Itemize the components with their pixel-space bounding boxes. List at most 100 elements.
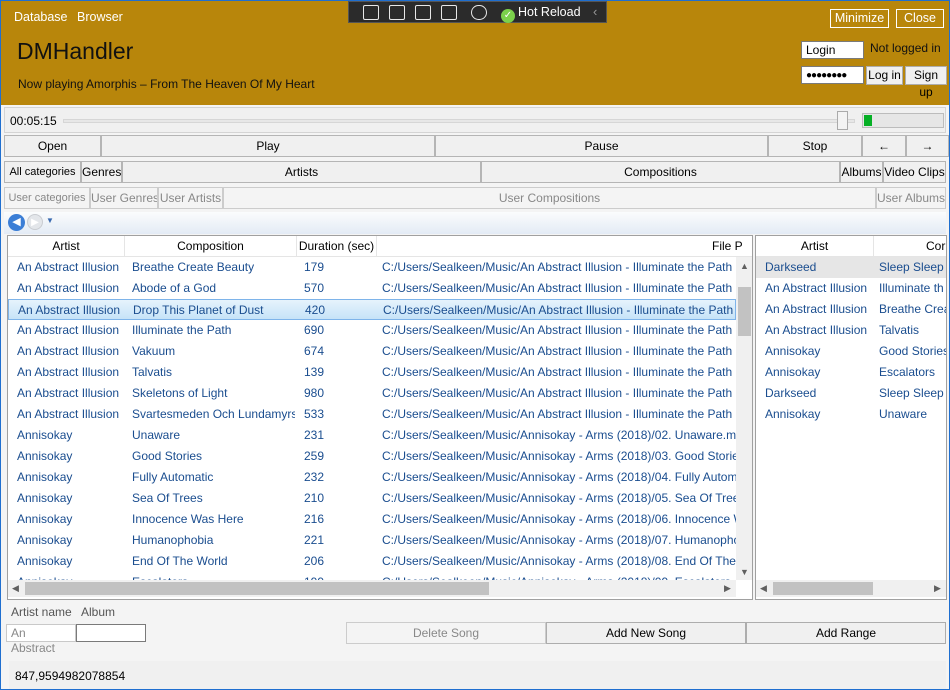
hot-reload-status[interactable]: ✓ Hot Reload [501,5,581,23]
horizontal-scroll-thumb[interactable] [25,582,489,595]
accessibility-icon[interactable] [471,5,487,20]
table-row[interactable]: Annisokay Fully Automatic 232 C:/Users/Seal… [8,467,737,488]
duration-cell: 231 [304,428,325,442]
table-row[interactable]: Darkseed Sleep Sleep [756,383,946,404]
table-row[interactable]: An Abstract Illusion Breathe Crea [756,299,946,320]
table-row[interactable]: Annisokay Good Stories [756,341,946,362]
scroll-down-icon[interactable]: ▼ [740,567,749,577]
tab-user-categories[interactable]: User categories [4,187,90,209]
horizontal-scroll-thumb[interactable] [773,582,873,595]
user-songs-horizontal-scrollbar[interactable]: ◀ ▶ [756,580,946,597]
pointer-icon[interactable] [389,5,405,20]
menu-browser[interactable]: Browser [77,10,123,24]
table-row[interactable]: Annisokay Unaware [756,404,946,425]
scroll-left-icon[interactable]: ◀ [760,583,767,594]
password-field[interactable]: ●●●●●●●● [801,66,864,84]
dev-toolbar: ✓ Hot Reload ‹ [348,1,607,23]
minimize-button[interactable]: Minimize [830,9,889,28]
add-range-button[interactable]: Add Range [746,622,946,644]
table-row[interactable]: An Abstract Illusion Breathe Create Beaut… [8,257,737,278]
file-path-cell: C:/Users/Sealkeen/Music/Annisokay - Arms… [382,470,737,484]
songs-table[interactable]: Artist Composition Duration (sec) File P… [7,235,753,600]
tab-user-artists[interactable]: User Artists [158,187,223,209]
table-row[interactable]: Annisokay Escalators [756,362,946,383]
tab-user-genres[interactable]: User Genres [90,187,158,209]
volume-bar[interactable] [862,113,944,128]
table-row[interactable]: Annisokay Unaware 231 C:/Users/Sealkeen/Mus… [8,425,737,446]
select-element-icon[interactable] [363,5,379,20]
tab-genres[interactable]: Genres [81,161,122,183]
composition-cell: Illuminate th [879,281,944,295]
tab-user-albums[interactable]: User Albums [876,187,946,209]
songs-vertical-scrollbar[interactable]: ▲ ▼ [736,257,752,580]
table-row[interactable]: An Abstract Illusion Svartesmeden Och Lun… [8,404,737,425]
table-row[interactable]: Annisokay Good Stories 259 C:/Users/Sealkee… [8,446,737,467]
column-header-artist[interactable]: Artist [756,236,874,257]
signup-button[interactable]: Sign up [905,66,947,99]
close-button[interactable]: Close [896,9,944,28]
table-row[interactable]: Annisokay Humanophobia 221 C:/Users/Sealkee… [8,530,737,551]
tab-video-clips[interactable]: Video Clips [883,161,946,183]
user-category-tabs: User categories User Genres User Artists… [4,187,949,211]
table-row[interactable]: An Abstract Illusion Talvatis 139 C:/Users/… [8,362,737,383]
seek-track[interactable] [63,119,855,123]
table-row[interactable]: An Abstract Illusion Drop This Planet of … [8,299,738,320]
artist-name-input[interactable]: An Abstract [6,624,76,655]
table-row[interactable]: An Abstract Illusion Abode of a God 570 C:/… [8,278,737,299]
vertical-scroll-thumb[interactable] [738,287,751,336]
tab-albums[interactable]: Albums [840,161,883,183]
tab-all-categories[interactable]: All categories [4,161,81,183]
table-row[interactable]: An Abstract Illusion Talvatis [756,320,946,341]
menu-database[interactable]: Database [14,10,68,24]
hot-reload-label: Hot Reload [518,5,581,19]
collapse-chevron-icon[interactable]: ‹ [593,4,597,19]
artist-cell: Annisokay [17,470,73,484]
user-songs-table[interactable]: Artist Cor Darkseed Sleep Sleep An Abstrac… [755,235,947,600]
duration-cell: 674 [304,344,325,358]
table-row[interactable]: Annisokay Innocence Was Here 216 C:/Users/S… [8,509,737,530]
table-row[interactable]: Annisokay Sea Of Trees 210 C:/Users/Sealkee… [8,488,737,509]
column-header-composition[interactable]: Cor [874,236,946,257]
table-row[interactable]: An Abstract Illusion Vakuum 674 C:/Users/Se… [8,341,737,362]
tab-user-compositions[interactable]: User Compositions [223,187,876,209]
artist-cell: Annisokay [17,449,73,463]
login-button[interactable]: Log in [866,66,903,85]
table-row[interactable]: Darkseed Sleep Sleep [756,257,946,278]
table-row[interactable]: An Abstract Illusion Illuminate the Path 6… [8,320,737,341]
track-focus-icon[interactable] [441,5,457,20]
album-label: Album [81,605,116,619]
category-tabs: All categories Genres Artists Compositio… [4,161,949,185]
seek-thumb[interactable] [837,111,848,130]
next-button[interactable]: → [906,135,949,157]
stop-button[interactable]: Stop [768,135,862,157]
table-row[interactable]: Annisokay End Of The World 206 C:/Users/Sea… [8,551,737,572]
scroll-right-icon[interactable]: ▶ [934,583,941,594]
pause-button[interactable]: Pause [435,135,768,157]
tab-artists[interactable]: Artists [122,161,481,183]
tab-compositions[interactable]: Compositions [481,161,840,183]
songs-horizontal-scrollbar[interactable]: ◀ ▶ [8,580,736,597]
scroll-left-icon[interactable]: ◀ [12,583,19,594]
layout-adorner-icon[interactable] [415,5,431,20]
artist-cell: An Abstract Illusion [18,303,121,317]
play-button[interactable]: Play [101,135,435,157]
table-row[interactable]: An Abstract Illusion Illuminate th [756,278,946,299]
duration-cell: 259 [304,449,325,463]
add-new-song-button[interactable]: Add New Song [546,622,746,644]
column-header-duration[interactable]: Duration (sec) [297,236,377,257]
column-header-composition[interactable]: Composition [125,236,297,257]
scroll-up-icon[interactable]: ▲ [740,261,749,271]
history-dropdown-icon[interactable]: ▼ [46,216,54,225]
duration-cell: 570 [304,281,325,295]
previous-button[interactable]: ← [862,135,906,157]
scroll-right-icon[interactable]: ▶ [724,583,731,594]
forward-arrow-icon[interactable]: ▶ [27,214,43,230]
column-header-artist[interactable]: Artist [8,236,125,257]
login-field[interactable]: Login [801,41,864,59]
open-button[interactable]: Open [4,135,101,157]
back-arrow-icon[interactable]: ◀ [8,214,25,231]
album-input[interactable] [76,624,146,642]
delete-song-button[interactable]: Delete Song [346,622,546,644]
table-row[interactable]: An Abstract Illusion Skeletons of Light 98… [8,383,737,404]
column-header-file-path[interactable]: File P [377,236,752,257]
